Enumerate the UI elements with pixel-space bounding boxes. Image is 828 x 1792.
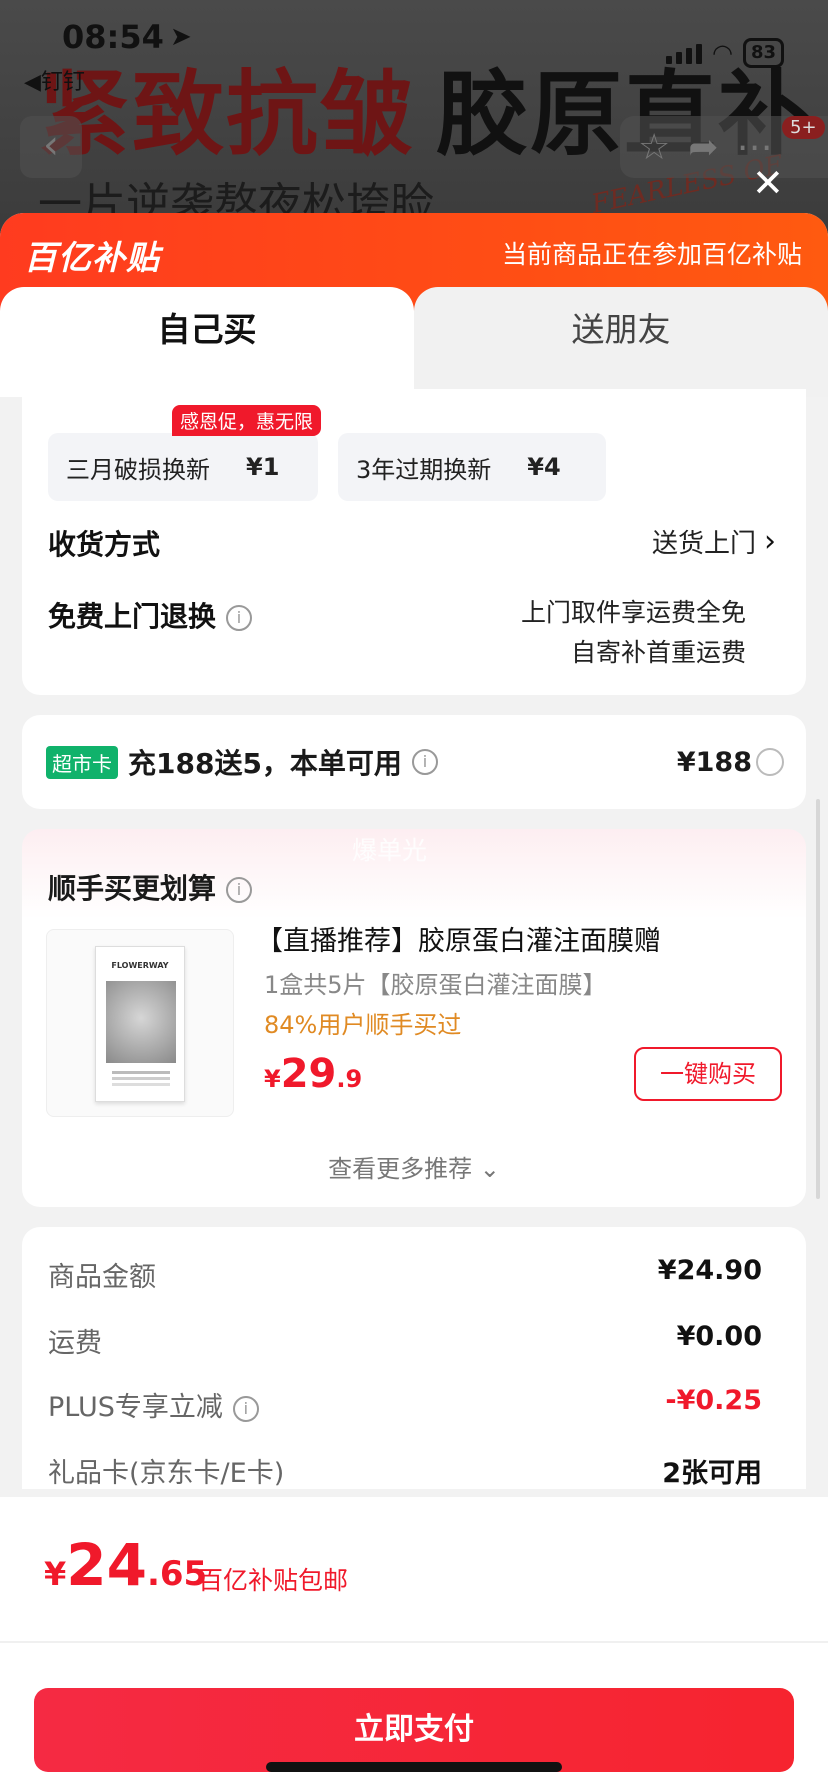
order-summary-card: 商品金额 ¥24.90 运费 ¥0.00 PLUS专享立减 i -¥0.25 礼品… — [22, 1227, 806, 1489]
background-page: 紧致抗皱 胶原直补 一片逆袭熬夜松垮脸 FEARLESS OF 08:54 ➤ ◀… — [0, 0, 828, 240]
status-time: 08:54 — [62, 18, 164, 56]
product-package-lines — [112, 1071, 170, 1074]
delivery-value: 送货上门 — [651, 529, 756, 559]
product-price-symbol: ¥ — [264, 1065, 281, 1093]
chevron-right-icon: › — [764, 524, 776, 559]
pay-now-button[interactable]: 立即支付 — [34, 1688, 794, 1772]
share-icon[interactable]: ➦ — [688, 127, 718, 168]
product-package-image: FLOWERWAY — [95, 946, 185, 1102]
free-return-line2: 自寄补首重运费 — [570, 638, 746, 667]
footer-divider — [0, 1641, 828, 1643]
purchase-tabs: 自己买 送朋友 — [0, 287, 828, 397]
summary-label: PLUS专享立减 — [48, 1392, 223, 1423]
recommend-title-wrap: 顺手买更划算 i — [48, 867, 253, 907]
free-return-label: 免费上门退换 — [48, 600, 217, 633]
headline-red: 紧致抗皱 — [38, 61, 415, 168]
total-price-symbol: ¥ — [44, 1555, 67, 1593]
delivery-label: 收货方式 — [48, 528, 161, 561]
summary-value: ¥24.90 — [657, 1255, 762, 1286]
star-icon[interactable]: ☆ — [638, 127, 670, 168]
close-icon[interactable]: ✕ — [752, 164, 784, 202]
product-price: ¥29.9 — [264, 1051, 362, 1097]
product-price-int: 29 — [280, 1051, 337, 1097]
summary-value: ¥0.00 — [676, 1321, 762, 1352]
tab-buy-for-self[interactable]: 自己买 — [0, 287, 414, 397]
product-thumbnail[interactable]: FLOWERWAY — [46, 929, 234, 1117]
recommend-title: 顺手买更划算 — [48, 872, 217, 905]
subsidy-banner-text: 当前商品正在参加百亿补贴 — [501, 240, 802, 269]
product-price-dec: .9 — [336, 1065, 363, 1093]
battery-icon: 83 — [742, 38, 784, 68]
scrollbar[interactable] — [816, 799, 820, 1199]
tab-gift-to-friend[interactable]: 送朋友 — [414, 287, 828, 397]
supermarket-card-text: 充188送5，本单可用 — [128, 747, 402, 780]
product-name[interactable]: 【直播推荐】胶原蛋白灌注面膜赠 — [256, 919, 661, 958]
supermarket-card-offer[interactable]: 超市卡 充188送5，本单可用 i ¥188 — [22, 715, 806, 809]
summary-label: 商品金额 — [48, 1262, 156, 1293]
service-card: 三月破损换新 ¥1 感恩促，惠无限 3年过期换新 ¥4 收货方式 送货上门 › … — [22, 389, 806, 695]
location-arrow-icon: ➤ — [170, 22, 192, 52]
free-return-line1: 上门取件享运费全免 — [520, 598, 746, 627]
product-brand: FLOWERWAY — [111, 961, 169, 970]
cart-badge: 5+ — [782, 116, 825, 139]
supermarket-card-price: ¥188 — [676, 746, 752, 778]
summary-label-wrap: PLUS专享立减 i — [48, 1385, 259, 1424]
free-return-label-wrap: 免费上门退换 i — [48, 595, 253, 635]
service-option-label: 三月破损换新 — [66, 455, 210, 484]
summary-label: 礼品卡(京东卡/E卡) — [48, 1458, 285, 1489]
total-note: 百亿补贴包邮 — [198, 1566, 349, 1595]
supermarket-card-badge: 超市卡 — [46, 745, 118, 779]
signal-icon — [665, 42, 702, 64]
info-icon[interactable]: i — [226, 605, 253, 631]
product-face-image — [106, 981, 176, 1063]
sheet-content: 三月破损换新 ¥1 感恩促，惠无限 3年过期换新 ¥4 收货方式 送货上门 › … — [0, 389, 828, 1489]
summary-label: 运费 — [48, 1328, 102, 1359]
delivery-method[interactable]: 送货上门 › — [652, 523, 776, 560]
service-option-price: ¥4 — [527, 453, 561, 481]
free-return-value: 上门取件享运费全免 自寄补首重运费 — [521, 593, 746, 673]
status-icons: ◠ 83 — [665, 38, 784, 68]
info-icon[interactable]: i — [232, 1395, 259, 1422]
home-indicator[interactable] — [266, 1762, 562, 1772]
info-icon[interactable]: i — [411, 749, 438, 775]
checkout-footer: ¥24.65 百亿补贴包邮 立即支付 — [0, 1497, 828, 1792]
total-price: ¥24.65 — [44, 1531, 207, 1599]
recommend-card: 爆单光 顺手买更划算 i FLOWERWAY 【直播推荐】胶原蛋白灌注面膜赠 1盒… — [22, 829, 806, 1207]
service-option-expiry[interactable]: 3年过期换新 ¥4 — [338, 433, 606, 501]
back-button[interactable]: ‹ — [20, 116, 82, 178]
view-more-recommend-link[interactable]: 查看更多推荐 ⌄ — [22, 1149, 806, 1184]
service-option-price: ¥1 — [246, 453, 280, 481]
total-price-int: 24 — [66, 1531, 147, 1599]
info-icon[interactable]: i — [226, 877, 253, 903]
back-to-app-link[interactable]: ◀钉钉 — [24, 64, 85, 96]
service-option-damage[interactable]: 三月破损换新 ¥1 — [48, 433, 318, 501]
recommend-watermark: 爆单光 — [352, 836, 428, 865]
product-desc: 1盒共5片【胶原蛋白灌注面膜】 — [264, 971, 607, 999]
summary-value: -¥0.25 — [665, 1385, 762, 1416]
promo-tag: 感恩促，惠无限 — [172, 405, 322, 436]
product-hint: 84%用户顺手买过 — [264, 1011, 462, 1039]
summary-value: 2张可用 — [662, 1458, 762, 1489]
one-click-buy-button[interactable]: 一键购买 — [634, 1047, 782, 1101]
wifi-icon: ◠ — [711, 39, 733, 67]
service-option-label: 3年过期换新 — [356, 455, 492, 484]
subsidy-logo: 百亿补贴 — [24, 238, 160, 277]
checkout-sheet: 百亿补贴 当前商品正在参加百亿补贴 自己买 送朋友 三月破损换新 ¥1 感恩促，… — [0, 213, 828, 1792]
supermarket-card-radio[interactable] — [756, 748, 784, 776]
